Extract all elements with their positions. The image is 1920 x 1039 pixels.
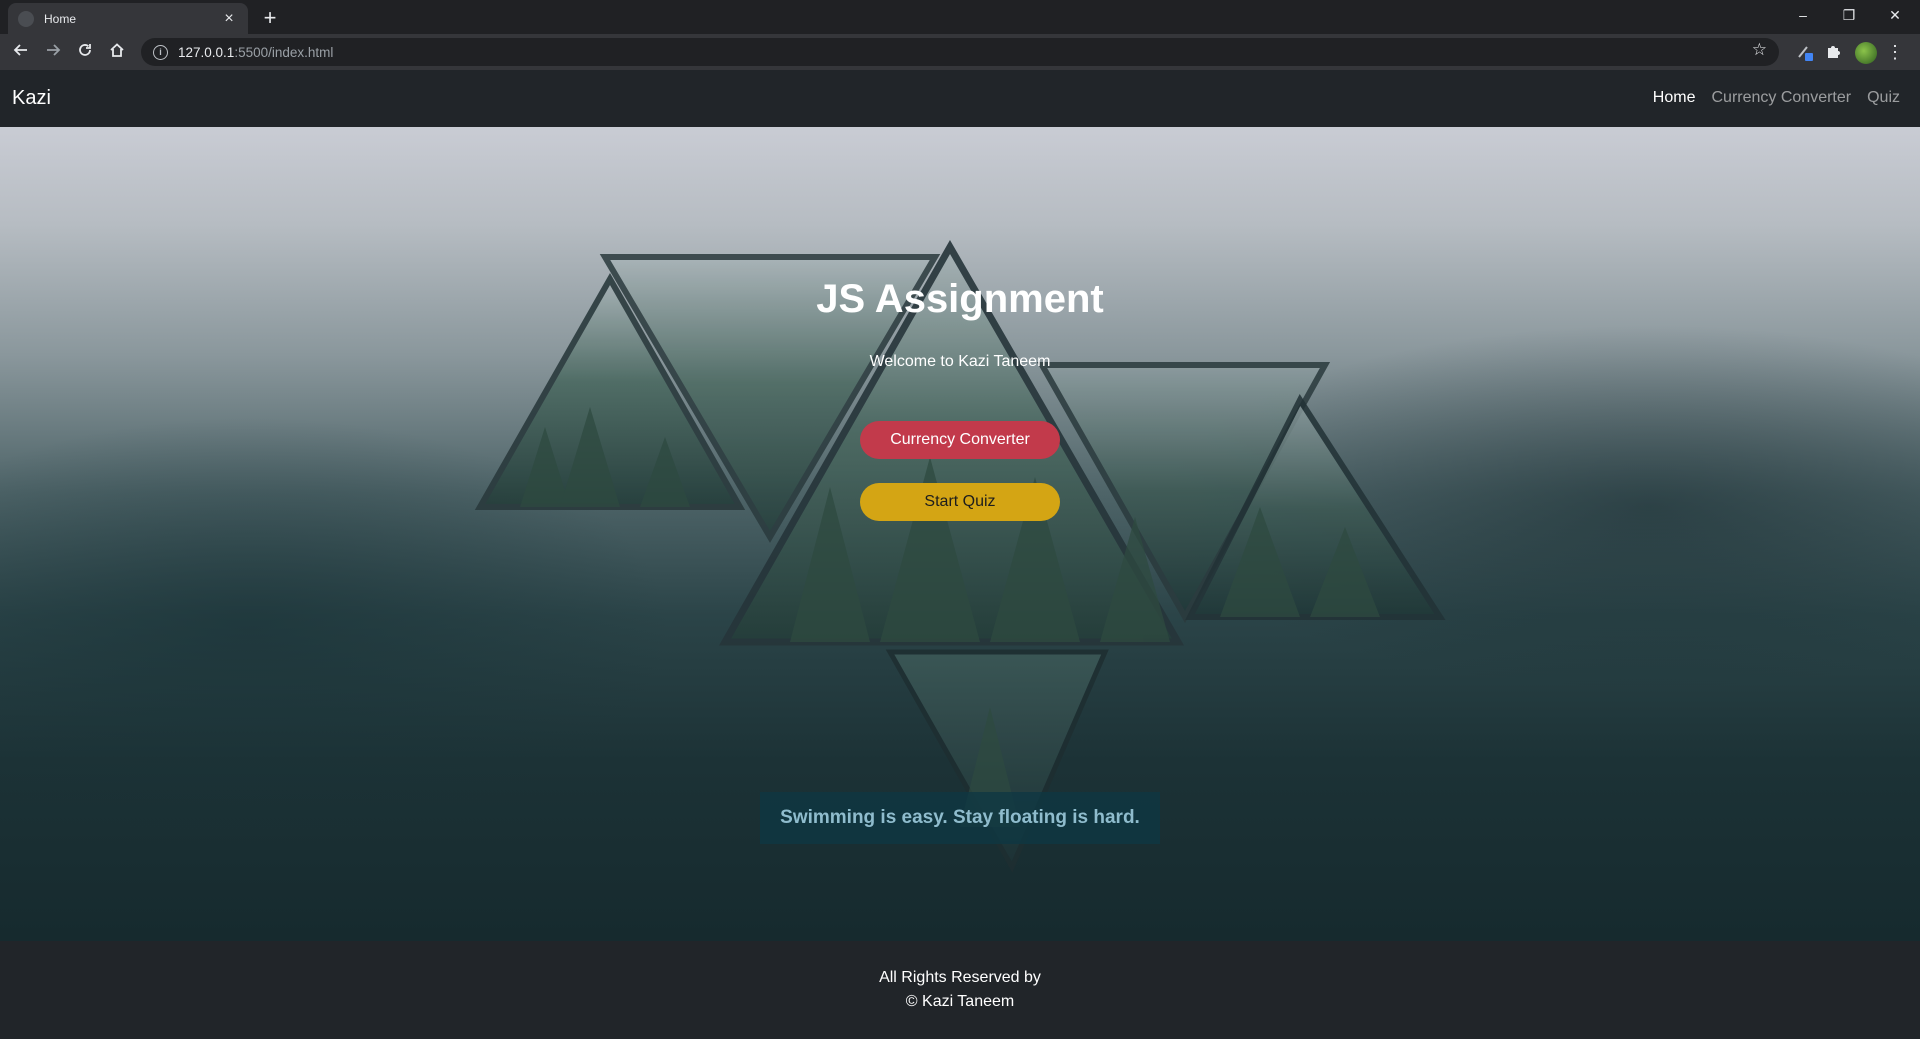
- browser-toolbar: i 127.0.0.1:5500/index.html ☆ ⋮: [0, 34, 1920, 70]
- close-window-icon[interactable]: ✕: [1872, 0, 1918, 30]
- start-quiz-button[interactable]: Start Quiz: [860, 483, 1060, 521]
- new-tab-button[interactable]: +: [256, 4, 284, 32]
- url-host: 127.0.0.1: [178, 44, 235, 60]
- star-icon[interactable]: ☆: [1752, 40, 1767, 60]
- brand-logo[interactable]: Kazi: [12, 87, 51, 110]
- minimize-icon[interactable]: –: [1780, 0, 1826, 30]
- address-bar[interactable]: i 127.0.0.1:5500/index.html ☆: [141, 38, 1779, 66]
- restore-icon[interactable]: ❐: [1826, 0, 1872, 30]
- home-icon[interactable]: [102, 37, 132, 67]
- site-navbar: Kazi Home Currency Converter Quiz: [0, 70, 1920, 127]
- extension-icon[interactable]: [1795, 42, 1815, 62]
- reload-icon[interactable]: [70, 37, 100, 67]
- hero-subtitle: Welcome to Kazi Taneem: [869, 353, 1051, 370]
- url-path: :5500/index.html: [234, 44, 334, 60]
- info-icon[interactable]: i: [153, 44, 168, 60]
- footer-rights-text: All Rights Reserved by: [879, 969, 1041, 986]
- close-tab-icon[interactable]: ×: [220, 10, 238, 28]
- nav-links: Home Currency Converter Quiz: [1653, 89, 1900, 107]
- footer-copyright: © Kazi Taneem: [905, 993, 1015, 1010]
- quote-banner: Swimming is easy. Stay floating is hard.: [760, 792, 1160, 844]
- tab-title: Home: [44, 11, 77, 26]
- kebab-menu-icon[interactable]: ⋮: [1885, 40, 1905, 64]
- browser-tab-strip: Home × + – ❐ ✕: [0, 0, 1920, 34]
- puzzle-icon[interactable]: [1824, 42, 1844, 62]
- nav-link-home[interactable]: Home: [1653, 89, 1696, 107]
- forward-arrow-icon[interactable]: [38, 37, 68, 67]
- site-footer: All Rights Reserved by © Kazi Taneem: [0, 941, 1920, 1039]
- nav-link-quiz[interactable]: Quiz: [1867, 89, 1900, 107]
- profile-avatar[interactable]: [1855, 42, 1877, 64]
- hero-section: JS Assignment Welcome to Kazi Taneem Cur…: [0, 127, 1920, 941]
- back-arrow-icon[interactable]: [6, 37, 36, 67]
- browser-tab[interactable]: Home ×: [8, 3, 248, 34]
- hero-title: JS Assignment: [816, 277, 1104, 321]
- nav-link-currency-converter[interactable]: Currency Converter: [1711, 89, 1851, 107]
- currency-converter-button[interactable]: Currency Converter: [860, 421, 1060, 459]
- globe-icon: [18, 10, 34, 27]
